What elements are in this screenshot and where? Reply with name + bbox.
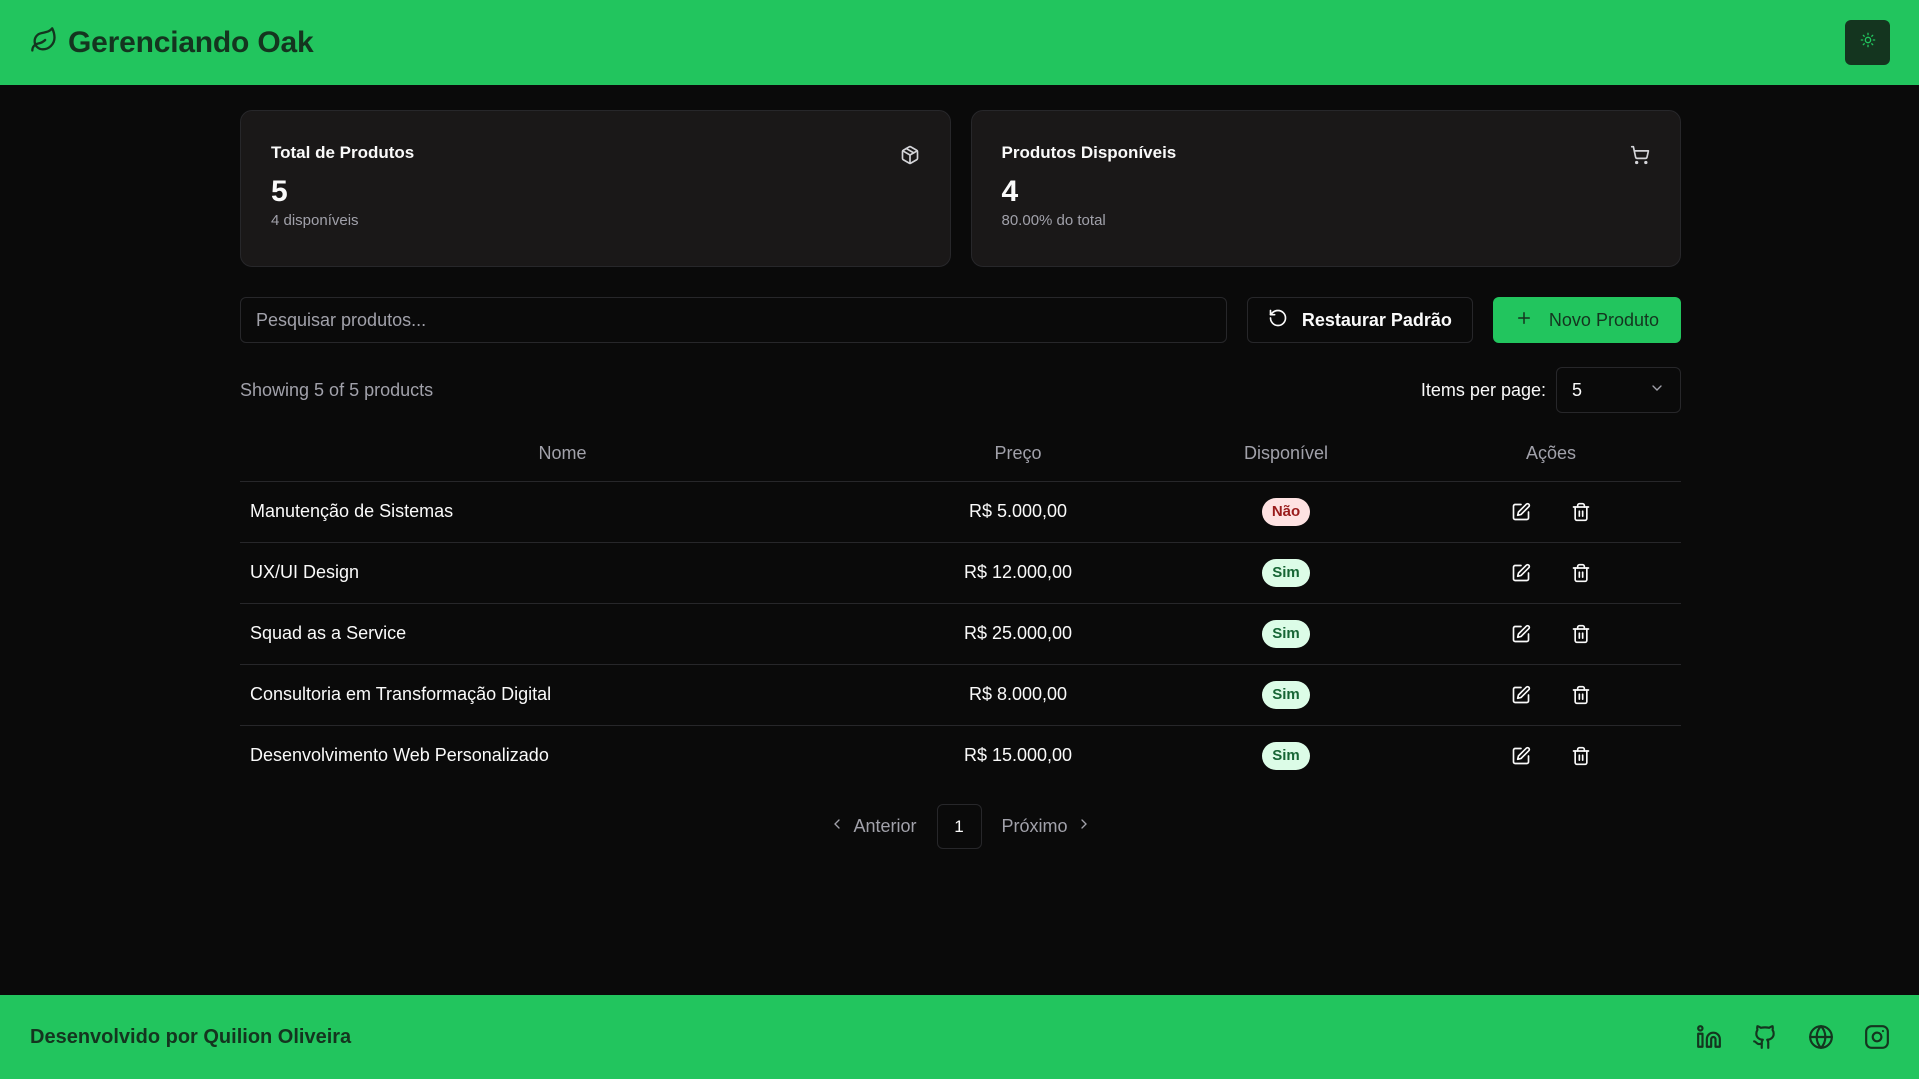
- product-price: R$ 12.000,00: [885, 542, 1151, 604]
- edit-icon[interactable]: [1509, 683, 1533, 707]
- table-header-row: Nome Preço Disponível Ações: [240, 427, 1681, 482]
- trash-icon[interactable]: [1569, 622, 1593, 646]
- available-products-card: Produtos Disponíveis 4 80.00% do total: [970, 110, 1681, 267]
- card-title: Produtos Disponíveis: [1001, 143, 1177, 162]
- list-meta: Showing 5 of 5 products Items per page: …: [240, 367, 1681, 413]
- next-label: Próximo: [1001, 816, 1068, 836]
- page-1-button[interactable]: 1: [936, 804, 982, 849]
- actions-cell: [1421, 481, 1681, 543]
- trash-icon[interactable]: [1569, 744, 1593, 768]
- table-row: UX/UI Design R$ 12.000,00 Sim: [240, 542, 1681, 604]
- restore-default-button[interactable]: Restaurar Padrão: [1246, 297, 1473, 343]
- sun-icon: [1860, 32, 1876, 53]
- availability-cell: Sim: [1151, 603, 1421, 665]
- plus-icon: [1515, 309, 1533, 332]
- app-footer: Desenvolvido por Quilion Oliveira: [0, 995, 1919, 1079]
- total-products-card: Total de Produtos 5 4 disponíveis: [240, 110, 951, 267]
- product-name: UX/UI Design: [240, 542, 885, 604]
- items-per-page-label: Items per page:: [1420, 379, 1546, 400]
- card-subtitle: 80.00% do total: [1001, 212, 1106, 229]
- header-actions: Ações: [1421, 427, 1681, 482]
- row-actions: [1421, 500, 1681, 524]
- table-row: Manutenção de Sistemas R$ 5.000,00 Não: [240, 481, 1681, 543]
- items-per-page-value: 5: [1572, 379, 1583, 400]
- rotate-ccw-icon: [1268, 308, 1288, 333]
- theme-toggle-button[interactable]: [1845, 20, 1890, 65]
- new-product-label: Novo Produto: [1548, 309, 1659, 330]
- trash-icon[interactable]: [1569, 500, 1593, 524]
- availability-cell: Sim: [1151, 542, 1421, 604]
- availability-cell: Sim: [1151, 664, 1421, 726]
- app-title: Gerenciando Oak: [68, 25, 314, 59]
- edit-icon[interactable]: [1509, 744, 1533, 768]
- product-name: Squad as a Service: [240, 603, 885, 665]
- header-name[interactable]: Nome: [240, 427, 885, 482]
- trash-icon[interactable]: [1569, 683, 1593, 707]
- github-icon[interactable]: [1751, 1023, 1779, 1051]
- card-value: 5: [271, 175, 288, 208]
- edit-icon[interactable]: [1509, 500, 1533, 524]
- globe-icon[interactable]: [1807, 1023, 1835, 1051]
- row-actions: [1421, 622, 1681, 646]
- card-subtitle: 4 disponíveis: [271, 212, 359, 229]
- product-name: Manutenção de Sistemas: [240, 481, 885, 543]
- row-actions: [1421, 683, 1681, 707]
- linkedin-icon[interactable]: [1695, 1023, 1723, 1051]
- table-row: Desenvolvimento Web Personalizado R$ 15.0…: [240, 725, 1681, 786]
- row-actions: [1421, 561, 1681, 585]
- product-name: Consultoria em Transformação Digital: [240, 664, 885, 726]
- actions-cell: [1421, 664, 1681, 726]
- row-actions: [1421, 744, 1681, 768]
- card-value: 4: [1001, 175, 1019, 208]
- footer-credit: Desenvolvido por Quilion Oliveira: [30, 1025, 352, 1048]
- main-content: Total de Produtos 5 4 disponíveis Produt…: [240, 110, 1681, 849]
- availability-badge: Não: [1261, 497, 1311, 526]
- next-page-button[interactable]: Próximo: [990, 805, 1104, 849]
- availability-cell: Sim: [1151, 725, 1421, 786]
- header-available[interactable]: Disponível: [1151, 427, 1421, 482]
- availability-cell: Não: [1151, 481, 1421, 543]
- actions-cell: [1421, 603, 1681, 665]
- app-header: Gerenciando Oak: [0, 0, 1919, 85]
- social-links: [1695, 1023, 1891, 1051]
- package-icon: [900, 145, 920, 170]
- product-price: R$ 15.000,00: [963, 745, 1073, 766]
- product-price: R$ 8.000,00: [885, 664, 1151, 726]
- header-price[interactable]: Preço: [885, 427, 1151, 482]
- actions-cell: [1421, 725, 1681, 786]
- edit-icon[interactable]: [1509, 622, 1533, 646]
- availability-badge: Sim: [1262, 619, 1310, 648]
- products-table: Nome Preço Disponível Ações Manutenção d…: [240, 427, 1681, 786]
- trash-icon[interactable]: [1569, 561, 1593, 585]
- table-row: Consultoria em Transformação Digital R$ 8…: [240, 664, 1681, 726]
- previous-page-button[interactable]: Anterior: [817, 805, 928, 849]
- instagram-icon[interactable]: [1863, 1023, 1891, 1051]
- items-per-page-select[interactable]: 5: [1556, 367, 1681, 413]
- availability-badge: Sim: [1262, 558, 1310, 587]
- actions-cell: [1421, 542, 1681, 604]
- previous-label: Anterior: [853, 816, 917, 836]
- chevron-right-icon: [1076, 816, 1092, 837]
- product-price: R$ 25.000,00: [885, 603, 1151, 665]
- cart-icon: [1630, 145, 1650, 170]
- product-price: R$ 5.000,00: [885, 481, 1151, 543]
- search-input[interactable]: [240, 297, 1227, 343]
- chevron-left-icon: [829, 816, 845, 837]
- chevron-down-icon: [1649, 380, 1665, 401]
- new-product-button[interactable]: Novo Produto: [1492, 297, 1681, 343]
- edit-icon[interactable]: [1509, 561, 1533, 585]
- leaf-icon: [30, 26, 58, 59]
- brand: Gerenciando Oak: [30, 25, 314, 60]
- card-title: Total de Produtos: [271, 143, 415, 162]
- showing-count: Showing 5 of 5 products: [240, 379, 434, 400]
- restore-default-label: Restaurar Padrão: [1301, 309, 1452, 330]
- items-per-page: Items per page: 5: [1421, 367, 1681, 413]
- stats-cards: Total de Produtos 5 4 disponíveis Produt…: [240, 110, 1681, 267]
- table-row: Squad as a Service R$ 25.000,00 Sim: [240, 603, 1681, 665]
- availability-badge: Sim: [1262, 741, 1310, 770]
- product-name: Desenvolvimento Web Personalizado: [250, 745, 549, 766]
- availability-badge: Sim: [1262, 680, 1310, 709]
- toolbar: Restaurar Padrão Novo Produto: [240, 297, 1681, 343]
- pagination: Anterior 1 Próximo: [240, 804, 1681, 849]
